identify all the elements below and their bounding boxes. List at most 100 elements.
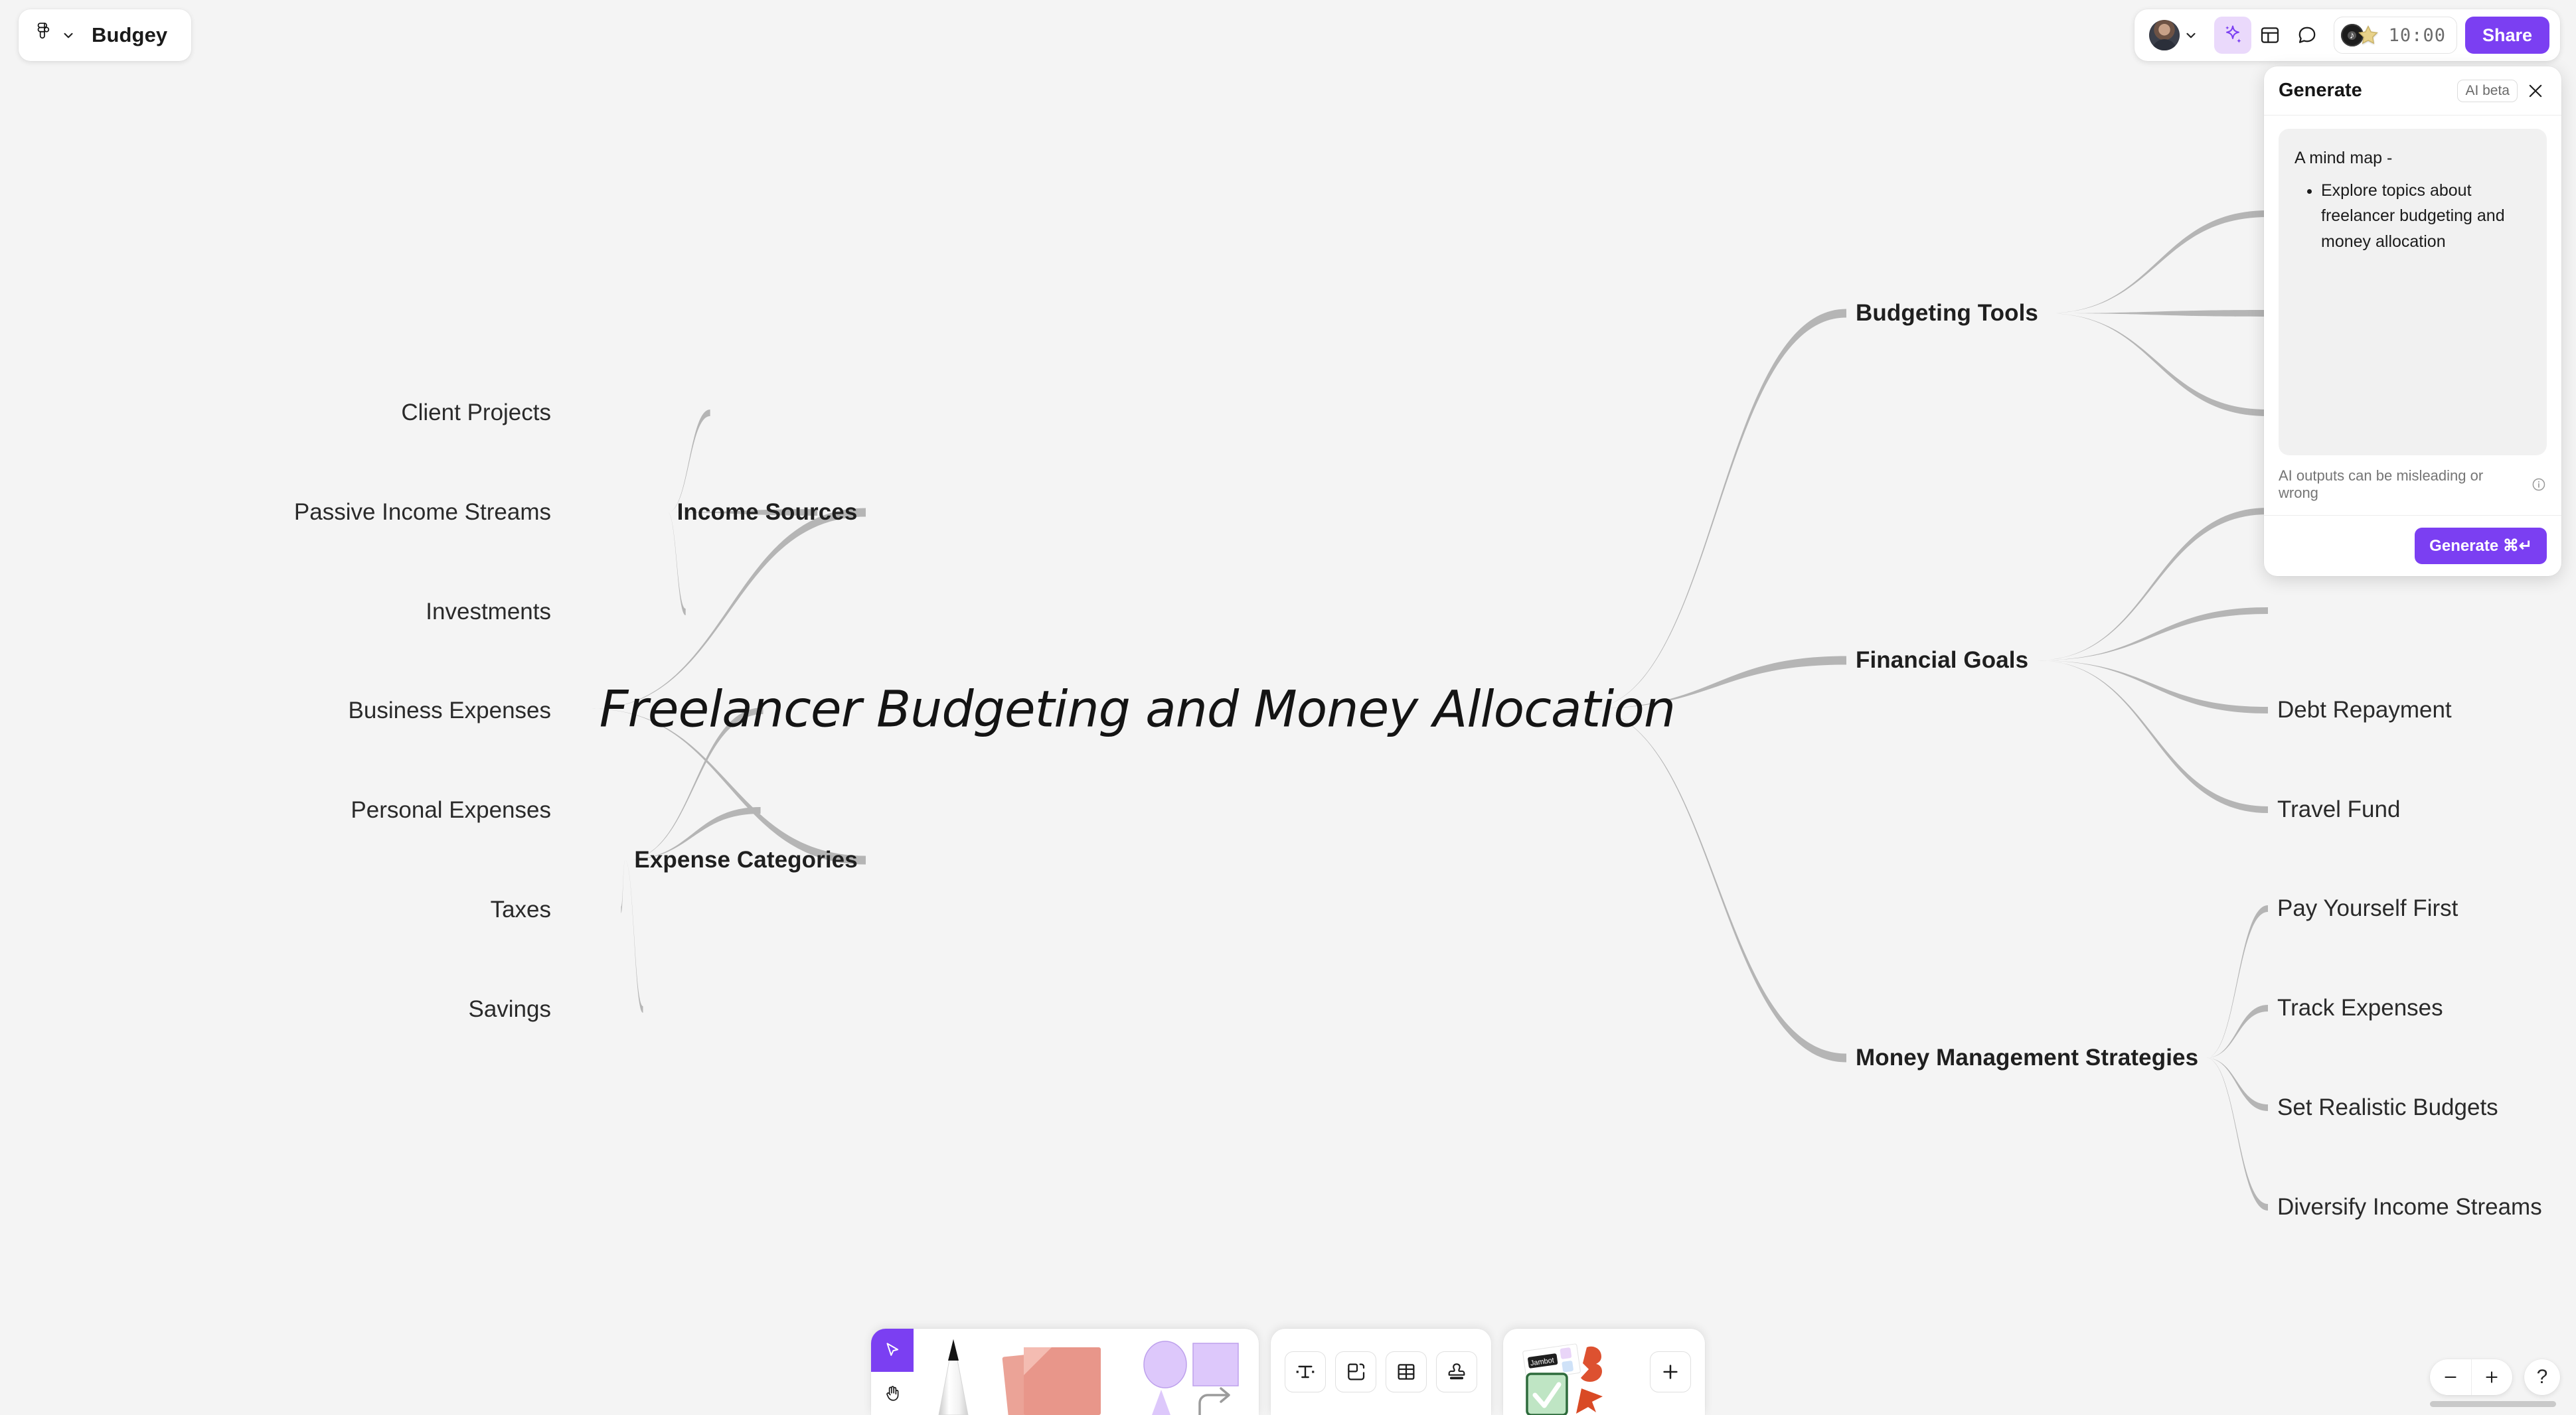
connector	[1586, 709, 1846, 1063]
widgets-icon: Jambot	[1522, 1343, 1603, 1415]
chevron-down-icon[interactable]	[2184, 28, 2198, 42]
widgets-group: Jambot	[1503, 1329, 1705, 1415]
branch-node-4[interactable]: Money Management Strategies	[1856, 1045, 2198, 1071]
connector	[667, 512, 686, 615]
ai-disclaimer: AI outputs can be misleading or wrong	[2264, 455, 2561, 516]
leaf-node-1-0[interactable]: Business Expenses	[349, 698, 551, 724]
connector	[2036, 660, 2268, 713]
zoom-in-button[interactable]	[2472, 1369, 2513, 1386]
info-icon[interactable]	[2531, 477, 2547, 492]
generate-panel-header: Generate AI beta	[2264, 66, 2561, 115]
music-timer-widget[interactable]: ♪ 10:00	[2333, 17, 2457, 54]
scrollbar[interactable]	[2430, 1401, 2556, 1407]
minus-icon	[2445, 1376, 2456, 1378]
cursor-tool[interactable]	[871, 1329, 914, 1372]
avatar-menu[interactable]	[2145, 20, 2214, 50]
ai-sparkle-button[interactable]	[2214, 17, 2251, 54]
gold-star-icon[interactable]	[2357, 24, 2379, 46]
pen-tool-icon	[938, 1339, 969, 1415]
prompt-bullet-list: Explore topics about freelancer budgetin…	[2294, 178, 2531, 255]
plus-icon	[2486, 1371, 2498, 1383]
plus-icon	[1663, 1365, 1678, 1379]
leaf-node-0-1[interactable]: Passive Income Streams	[294, 499, 551, 526]
prompt-bullet: Explore topics about freelancer budgetin…	[2321, 178, 2531, 255]
connector	[2046, 210, 2268, 313]
generate-button[interactable]: Generate ⌘↵	[2415, 528, 2547, 564]
branch-node-3[interactable]: Financial Goals	[1856, 647, 2028, 674]
close-button[interactable]	[2524, 80, 2547, 102]
leaf-node-4-2[interactable]: Set Realistic Budgets	[2277, 1094, 2498, 1121]
section-frame-icon	[1348, 1363, 1365, 1380]
hand-tool[interactable]	[871, 1372, 914, 1415]
root-node[interactable]: Freelancer Budgeting and Money Allocatio…	[600, 680, 1676, 739]
connector	[2206, 1005, 2268, 1058]
sticky-note-tool[interactable]	[993, 1329, 1126, 1415]
connector	[621, 860, 625, 913]
branch-node-0[interactable]: Income Sources	[677, 499, 858, 526]
share-button[interactable]: Share	[2464, 17, 2549, 54]
leaf-node-4-1[interactable]: Track Expenses	[2277, 995, 2443, 1021]
ai-sparkle-icon	[2225, 25, 2241, 43]
stamp-tool[interactable]	[1436, 1351, 1477, 1392]
widgets-tool[interactable]: Jambot	[1512, 1329, 1645, 1415]
file-name: Budgey	[92, 23, 168, 46]
top-toolbar: ♪ 10:00 Share	[2134, 9, 2560, 61]
creation-tools-group	[871, 1329, 1259, 1415]
shapes-icon	[1143, 1341, 1239, 1415]
comment-button[interactable]	[2289, 17, 2326, 54]
connector	[625, 860, 643, 1013]
layout-panel-button[interactable]	[2251, 17, 2289, 54]
connector	[2206, 1058, 2268, 1211]
bottom-toolbar: Jambot	[871, 1329, 1705, 1415]
connector	[667, 410, 710, 512]
leaf-node-3-2[interactable]: Debt Repayment	[2277, 697, 2452, 723]
zoom-out-button[interactable]	[2430, 1369, 2471, 1386]
branch-node-2[interactable]: Budgeting Tools	[1856, 300, 2038, 327]
text-tool[interactable]	[1285, 1351, 1326, 1392]
table-tool[interactable]	[1386, 1351, 1427, 1392]
avatar[interactable]	[2148, 20, 2180, 50]
prompt-line: A mind map -	[2294, 149, 2393, 167]
add-widget-button[interactable]	[1650, 1351, 1691, 1392]
leaf-node-0-2[interactable]: Investments	[426, 599, 551, 625]
generate-panel: Generate AI beta A mind map - Explore to…	[2264, 66, 2561, 576]
disclaimer-text: AI outputs can be misleading or wrong	[2279, 467, 2484, 501]
timer-value: 10:00	[2388, 25, 2446, 46]
shapes-tool[interactable]	[1126, 1329, 1259, 1415]
prompt-input[interactable]: A mind map - Explore topics about freela…	[2279, 129, 2547, 455]
figjam-canvas-app: Freelancer Budgeting and Money Allocatio…	[0, 0, 2576, 1415]
connector	[2036, 508, 2268, 660]
leaf-node-1-3[interactable]: Savings	[468, 996, 551, 1023]
leaf-node-4-0[interactable]: Pay Yourself First	[2277, 895, 2458, 922]
figma-logo-icon	[37, 23, 50, 38]
connector	[1586, 309, 1846, 709]
zoom-controls	[2430, 1359, 2512, 1395]
comment-bubble-icon	[2298, 27, 2316, 43]
panel-title: Generate	[2279, 80, 2362, 101]
help-button[interactable]: ?	[2524, 1359, 2560, 1395]
connector	[2046, 310, 2268, 317]
layout-panel-icon	[2261, 27, 2279, 43]
generate-panel-body: A mind map - Explore topics about freela…	[2264, 115, 2561, 455]
file-chip[interactable]: Budgey	[19, 9, 192, 61]
leaf-node-4-3[interactable]: Diversify Income Streams	[2277, 1194, 2542, 1221]
content-tools-group	[1271, 1329, 1491, 1415]
sticky-note-icon	[1002, 1347, 1101, 1415]
leaf-node-3-3[interactable]: Travel Fund	[2277, 796, 2400, 823]
table-icon	[1398, 1364, 1415, 1380]
pen-tool[interactable]	[914, 1329, 993, 1415]
connector	[2036, 660, 2268, 813]
connector	[2036, 607, 2268, 660]
section-tool[interactable]	[1335, 1351, 1376, 1392]
connector	[2206, 1058, 2268, 1111]
connector	[2046, 313, 2268, 416]
close-icon	[2529, 84, 2542, 97]
leaf-node-1-2[interactable]: Taxes	[491, 897, 551, 923]
cursor-tool-stack	[871, 1329, 914, 1415]
leaf-node-1-1[interactable]: Personal Expenses	[351, 797, 551, 824]
hand-tool-icon	[886, 1385, 899, 1401]
connector	[2206, 905, 2268, 1058]
leaf-node-0-0[interactable]: Client Projects	[401, 400, 551, 426]
cursor-arrow-icon	[886, 1342, 899, 1356]
branch-node-1[interactable]: Expense Categories	[634, 847, 857, 873]
